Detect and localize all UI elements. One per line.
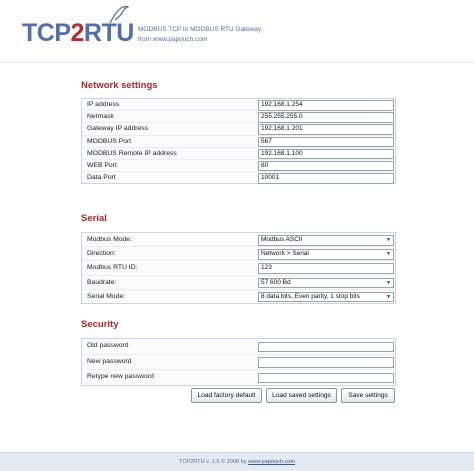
footer: TCP2RTU v. 1.5 © 2008 by www.papouch.com [0,452,474,471]
button-bar: Load factory default Load saved settings… [0,388,474,404]
label-modbus-rtu-id: Modbus RTU ID: [87,264,138,272]
ip-address-input[interactable]: 192.168.1.254 [258,100,394,111]
label-web-port: WEB Port [87,161,117,169]
chevron-down-icon: ▼ [386,251,391,258]
row-data-port: Data Port 10001 [82,172,395,184]
row-baudrate: Baudrate: 57 600 Bd ▼ [82,276,395,290]
logo: TCP2RTU [22,5,134,48]
label-netmask: Netmask [87,113,114,121]
load-saved-settings-button[interactable]: Load saved settings [266,388,337,403]
chevron-down-icon: ▼ [386,279,391,286]
security-title: Security [81,319,119,330]
row-netmask: Netmask 255.255.255.0 [82,111,395,124]
direction-select[interactable]: Network > Serial ▼ [258,249,394,260]
tagline-line-1: MODBUS TCP to MODBUS RTU Gateway [138,26,262,33]
tagline-line-2: from www.papouch.com [138,36,208,43]
label-direction: Direction: [87,250,116,258]
label-modbus-port: MODBUS Port [87,137,132,145]
retype-password-input[interactable] [258,372,394,383]
baudrate-select[interactable]: 57 600 Bd ▼ [258,277,394,289]
modbus-rtu-id-input[interactable]: 123 [258,263,394,274]
footer-text: TCP2RTU v. 1.5 © 2008 by [178,459,249,465]
row-modbus-remote-ip: MODBUS Remote IP address 192.168.1.100 [82,148,395,160]
row-new-password: New password [82,355,395,370]
gateway-ip-input[interactable]: 192.168.1.201 [258,124,394,135]
load-factory-default-button[interactable]: Load factory default [191,388,262,403]
row-ip-address: IP address 192.168.1.254 [82,99,395,112]
serial-mode-select[interactable]: 8 data bits, Even parity, 1 stop bits ▼ [258,291,394,303]
label-gateway: Gateway IP address [87,125,149,133]
row-gateway: Gateway IP address 192.168.1.201 [82,123,395,136]
security-box: Old password New password Retype new pas… [81,338,396,386]
label-retype-password: Retype new password [87,373,154,380]
label-modbus-mode: Modbus Mode: [87,236,132,243]
serial-title: Serial [81,213,107,224]
new-password-input[interactable] [258,357,394,368]
row-old-password: Old password [82,339,395,355]
bird-icon [109,5,130,24]
data-port-input[interactable]: 10001 [258,173,394,184]
netmask-input[interactable]: 255.255.255.0 [258,112,394,123]
row-retype-password: Retype new password [82,370,395,385]
save-settings-button[interactable]: Save settings [341,388,395,403]
row-modbus-mode: Modbus Mode: Modbus ASCII ▼ [82,233,395,248]
label-baudrate: Baudrate: [87,278,117,286]
web-port-input[interactable]: 80 [258,160,394,172]
chevron-down-icon: ▼ [386,237,391,243]
modbus-port-input[interactable]: 567 [258,136,394,148]
label-old-password: Old password [87,342,129,349]
network-settings-title: Network settings [81,80,158,91]
header: TCP2RTU MODBUS TCP to MODBUS RTU Gateway… [0,0,474,62]
row-direction: Direction: Network > Serial ▼ [82,247,395,262]
header-divider [0,62,474,63]
footer-link[interactable]: www.papouch.com [248,459,295,465]
serial-box: Modbus Mode: Modbus ASCII ▼ Direction: Netw… [81,232,396,304]
serial-mode-value: 8 data bits, Even parity, 1 stop bits [261,292,360,300]
row-modbus-rtu-id: Modbus RTU ID: 123 [82,261,395,276]
baudrate-value: 57 600 Bd [261,278,291,286]
label-data-port: Data Port [87,174,116,182]
old-password-input[interactable] [258,341,394,352]
modbus-mode-value: Modbus ASCII [261,236,303,243]
tagline: MODBUS TCP to MODBUS RTU Gateway from ww… [138,25,261,45]
modbus-remote-ip-input[interactable]: 192.168.1.100 [258,148,394,160]
row-modbus-port: MODBUS Port 567 [82,136,395,148]
network-settings-box: IP address 192.168.1.254 Netmask 255.255.2… [81,98,396,185]
label-ip-address: IP address [87,101,120,108]
label-serial-mode: Serial Mode: [87,292,126,300]
label-modbus-remote-ip: MODBUS Remote IP address [87,149,177,157]
label-new-password: New password [87,357,132,365]
chevron-down-icon: ▼ [386,293,391,300]
row-serial-mode: Serial Mode: 8 data bits, Even parity, 1 … [82,290,395,303]
modbus-mode-select[interactable]: Modbus ASCII ▼ [258,235,394,246]
row-web-port: WEB Port 80 [82,160,395,173]
direction-value: Network > Serial [261,250,309,258]
